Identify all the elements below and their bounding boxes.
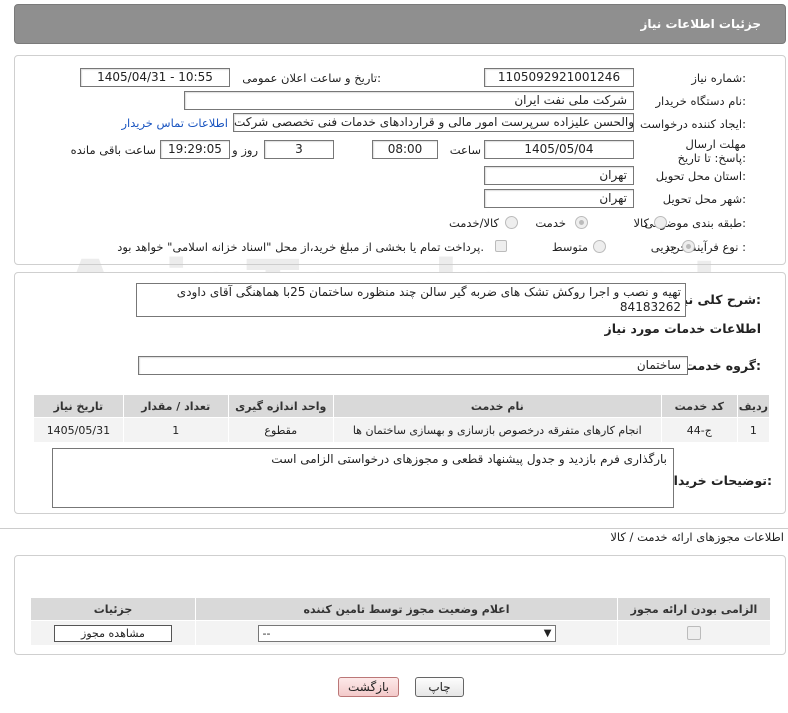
cell-row-number: 1 bbox=[736, 417, 771, 443]
col-permit-status: اعلام وضعیت مجوز توسط تامین کننده bbox=[195, 597, 618, 621]
permit-status-select[interactable]: ▼ -- bbox=[257, 624, 556, 642]
services-table-header: ردیف کد خدمت نام خدمت واحد اندازه گیری ت… bbox=[33, 394, 771, 418]
permits-title: اطلاعات مجوزهای ارائه خدمت / کالا bbox=[610, 530, 784, 544]
creator-label: ایجاد کننده درخواست: bbox=[640, 117, 746, 131]
category-option-service: خدمت bbox=[535, 216, 566, 230]
print-button[interactable]: چاپ bbox=[415, 677, 464, 697]
permit-required-checkbox[interactable] bbox=[687, 626, 701, 640]
category-radio-service[interactable] bbox=[575, 216, 588, 229]
announce-datetime-label: تاریخ و ساعت اعلان عمومی: bbox=[242, 71, 381, 85]
table-row: 1 ج-44 انجام کارهای متفرقه درخصوص بازساز… bbox=[33, 417, 771, 443]
cell-unit: مقطوع bbox=[227, 417, 334, 443]
cell-service-name: انجام کارهای متفرقه درخصوص بازسازی و بهس… bbox=[332, 417, 662, 443]
remaining-time-field[interactable]: 19:29:05 bbox=[160, 140, 230, 159]
col-need-date: تاریخ نیاز bbox=[33, 394, 124, 418]
col-permit-required: الزامی بودن ارائه مجوز bbox=[617, 597, 771, 621]
buyer-notes-label: توضیحات خریدار: bbox=[666, 473, 772, 488]
province-field[interactable]: تهران bbox=[484, 166, 634, 185]
cell-permit-status: ▼ -- bbox=[195, 620, 618, 646]
services-section-title: اطلاعات خدمات مورد نیاز bbox=[604, 321, 762, 336]
table-row: ▼ -- مشاهده مجوز bbox=[30, 620, 771, 646]
col-unit: واحد اندازه گیری bbox=[227, 394, 334, 418]
city-field[interactable]: تهران bbox=[484, 189, 634, 208]
days-label: روز و bbox=[232, 143, 258, 157]
permit-status-value: -- bbox=[262, 626, 271, 640]
days-field[interactable]: 3 bbox=[264, 140, 334, 159]
buyer-org-label: نام دستگاه خریدار: bbox=[655, 94, 746, 108]
cell-need-date: 1405/05/31 bbox=[33, 417, 124, 443]
remaining-time-label: ساعت باقی مانده bbox=[70, 143, 156, 157]
cell-quantity: 1 bbox=[122, 417, 229, 443]
need-number-label: شماره نیاز: bbox=[691, 71, 746, 85]
back-button[interactable]: بازگشت bbox=[338, 677, 399, 697]
category-option-goods: کالا bbox=[633, 216, 649, 230]
cell-permit-details: مشاهده مجوز bbox=[30, 620, 196, 646]
permits-divider bbox=[0, 528, 788, 529]
col-permit-details: جزئیات bbox=[30, 597, 196, 621]
col-quantity: تعداد / مقدار bbox=[122, 394, 229, 418]
summary-textarea[interactable]: تهیه و نصب و اجرا روکش تشک های ضربه گیر … bbox=[136, 283, 686, 317]
cell-permit-required bbox=[617, 620, 771, 646]
view-permit-button[interactable]: مشاهده مجوز bbox=[54, 624, 172, 642]
need-number-field[interactable]: 1105092921001246 bbox=[484, 68, 634, 87]
cell-service-code: ج-44 bbox=[660, 417, 738, 443]
permits-table-header: الزامی بودن ارائه مجوز اعلام وضعیت مجوز … bbox=[30, 597, 771, 621]
buyer-notes-textarea[interactable]: بارگذاری فرم بازدید و جدول پیشنهاد قطعی … bbox=[52, 448, 674, 508]
buyer-contact-link[interactable]: اطلاعات تماس خریدار bbox=[121, 116, 228, 130]
category-radio-goods-service[interactable] bbox=[505, 216, 518, 229]
summary-text: تهیه و نصب و اجرا روکش تشک های ضربه گیر … bbox=[176, 285, 681, 314]
deadline-date-field[interactable]: 1405/05/04 bbox=[484, 140, 634, 159]
category-radio-goods[interactable] bbox=[654, 216, 667, 229]
province-label: استان محل تحویل: bbox=[655, 169, 746, 183]
city-label: شهر محل تحویل: bbox=[662, 192, 746, 206]
chevron-down-icon: ▼ bbox=[543, 627, 552, 639]
deadline-label-text: مهلت ارسال پاسخ: تا تاریخ: bbox=[677, 137, 746, 165]
col-service-code: کد خدمت bbox=[660, 394, 738, 418]
deadline-label: مهلت ارسال پاسخ: تا تاریخ: bbox=[656, 137, 746, 165]
services-table: ردیف کد خدمت نام خدمت واحد اندازه گیری ت… bbox=[33, 394, 771, 443]
buyer-notes-text: بارگذاری فرم بازدید و جدول پیشنهاد قطعی … bbox=[271, 452, 667, 466]
deadline-time-label: ساعت bbox=[449, 143, 481, 157]
permits-table: الزامی بودن ارائه مجوز اعلام وضعیت مجوز … bbox=[30, 597, 771, 646]
col-row-number: ردیف bbox=[736, 394, 771, 418]
service-group-field[interactable]: ساختمان bbox=[138, 356, 688, 375]
deadline-time-field[interactable]: 08:00 bbox=[372, 140, 438, 159]
creator-field[interactable]: ابوالحسن علیزاده سرپرست امور مالی و قرار… bbox=[233, 113, 634, 132]
announce-datetime-field[interactable]: 1405/04/31 - 10:55 bbox=[80, 68, 230, 87]
category-option-goods-service: کالا/خدمت bbox=[448, 216, 499, 230]
col-service-name: نام خدمت bbox=[332, 394, 662, 418]
service-group-label: گروه خدمت: bbox=[684, 358, 761, 373]
buyer-org-field[interactable]: شرکت ملی نفت ایران bbox=[184, 91, 634, 110]
page-header: جزئیات اطلاعات نیاز bbox=[14, 4, 786, 44]
page-title: جزئیات اطلاعات نیاز bbox=[640, 17, 761, 31]
